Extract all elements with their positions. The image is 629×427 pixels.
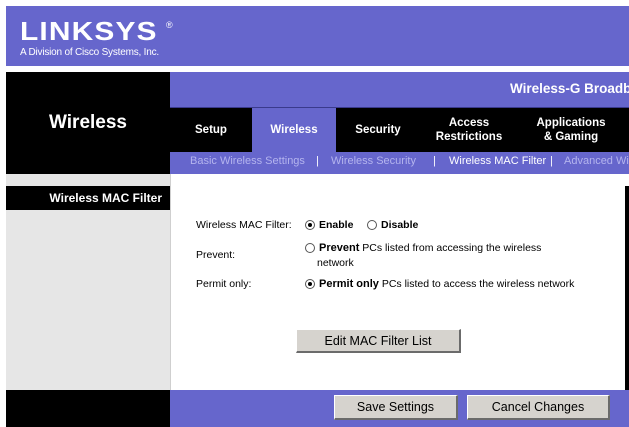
- footer-left: [6, 390, 170, 427]
- right-border: [625, 186, 629, 390]
- subtab-basic-wireless-settings[interactable]: Basic Wireless Settings: [190, 155, 305, 167]
- permit-label: Permit only:: [196, 278, 252, 290]
- permit-text: Permit only PCs listed to access the wir…: [319, 278, 574, 290]
- permit-description: PCs listed to access the wireless networ…: [378, 278, 575, 290]
- enable-radio[interactable]: [305, 220, 315, 230]
- tab-wireless[interactable]: Wireless: [252, 108, 336, 152]
- tab-access-restrictions-label: Access Restrictions: [435, 117, 503, 143]
- prevent-bold: Prevent: [319, 242, 360, 254]
- prevent-text-line2: network: [317, 257, 354, 269]
- subtab-separator: |: [550, 155, 553, 167]
- tab-applications-gaming-label: Applications & Gaming: [536, 117, 606, 143]
- permit-bold: Permit only: [319, 278, 379, 290]
- prevent-text: Prevent PCs listed from accessing the wi…: [319, 242, 541, 254]
- logo-subtitle: A Division of Cisco Systems, Inc.: [20, 47, 160, 58]
- sub-tabs: Basic Wireless Settings | Wireless Secur…: [170, 152, 629, 174]
- edit-mac-filter-list-button[interactable]: Edit MAC Filter List: [296, 329, 461, 353]
- tab-access-restrictions[interactable]: Access Restrictions: [420, 108, 518, 152]
- subtab-wireless-security[interactable]: Wireless Security: [331, 155, 416, 167]
- save-settings-button[interactable]: Save Settings: [334, 395, 458, 420]
- tab-applications-gaming[interactable]: Applications & Gaming: [518, 108, 624, 152]
- product-bar: Wireless-G Broadb: [170, 72, 629, 108]
- router-admin-page: LINKSYS ® A Division of Cisco Systems, I…: [6, 6, 629, 427]
- registered-mark: ®: [166, 20, 173, 30]
- enable-label: Enable: [319, 219, 354, 231]
- prevent-description: PCs listed from accessing the wireless: [359, 242, 542, 254]
- disable-radio[interactable]: [367, 220, 377, 230]
- mac-filter-label: Wireless MAC Filter:: [196, 219, 292, 231]
- product-name: Wireless-G Broadb: [510, 81, 629, 96]
- subtab-wireless-mac-filter[interactable]: Wireless MAC Filter: [449, 155, 546, 167]
- disable-label: Disable: [381, 219, 419, 231]
- permit-radio[interactable]: [305, 279, 315, 289]
- subtab-separator: |: [316, 155, 319, 167]
- main-tabs: Setup Wireless Security Access Restricti…: [170, 108, 629, 152]
- section-title: Wireless: [49, 112, 127, 133]
- prevent-label: Prevent:: [196, 249, 236, 261]
- tab-setup[interactable]: Setup: [170, 108, 252, 152]
- cancel-changes-button[interactable]: Cancel Changes: [467, 395, 610, 420]
- header-bar: LINKSYS ® A Division of Cisco Systems, I…: [6, 6, 629, 66]
- tab-security[interactable]: Security: [336, 108, 420, 152]
- subtab-advanced-wireless[interactable]: Advanced Wi: [564, 155, 629, 167]
- linksys-logo: LINKSYS ® A Division of Cisco Systems, I…: [20, 16, 173, 58]
- subsection-label: Wireless MAC Filter: [6, 186, 170, 210]
- logo-wordmark: LINKSYS: [20, 16, 158, 46]
- subtab-separator: |: [433, 155, 436, 167]
- prevent-radio[interactable]: [305, 243, 315, 253]
